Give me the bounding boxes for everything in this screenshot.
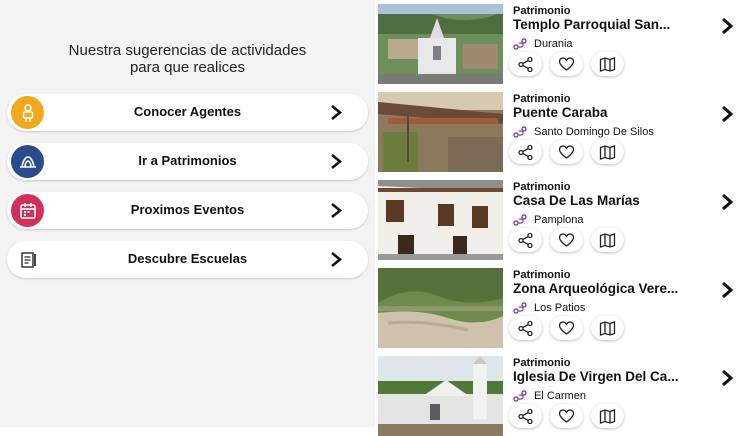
heritage-location-name: Los Patios xyxy=(534,302,586,314)
share-icon xyxy=(518,408,533,424)
share-button[interactable] xyxy=(509,140,542,164)
heritage-location: Pamplona xyxy=(513,214,584,226)
share-button[interactable] xyxy=(509,404,542,428)
chevron-right-icon xyxy=(331,202,342,219)
heritage-title[interactable]: Casa De Las Marías xyxy=(513,193,718,208)
heritage-location: El Carmen xyxy=(513,390,586,402)
share-button[interactable] xyxy=(509,228,542,252)
heritage-list: Patrimonio Templo Parroquial San... Dura… xyxy=(376,0,747,436)
map-icon xyxy=(599,144,616,160)
heritage-card[interactable]: Patrimonio Iglesia De Virgen Del Ca... E… xyxy=(376,352,747,436)
heart-icon xyxy=(558,144,575,159)
heart-icon xyxy=(558,320,575,335)
heritage-actions xyxy=(509,140,624,164)
heart-icon xyxy=(558,232,575,247)
heritage-category: Patrimonio xyxy=(513,269,571,281)
chevron-right-icon xyxy=(331,153,342,170)
map-icon xyxy=(599,56,616,72)
school-icon xyxy=(11,243,44,276)
action-label: Ir a Patrimonios xyxy=(138,153,237,168)
action-proximos-eventos[interactable]: Proximos Eventos xyxy=(7,192,368,229)
heritage-location-name: Durania xyxy=(534,38,573,50)
route-icon xyxy=(513,390,527,402)
favorite-button[interactable] xyxy=(550,228,583,252)
heritage-photo xyxy=(378,4,503,84)
chevron-right-icon[interactable] xyxy=(720,280,734,300)
suggestions-panel: Nuestra sugerencias de actividades para … xyxy=(0,0,375,427)
chevron-right-icon[interactable] xyxy=(720,192,734,212)
heritage-photo xyxy=(378,356,503,436)
share-icon xyxy=(518,56,533,72)
chevron-right-icon xyxy=(331,251,342,268)
heritage-card[interactable]: Patrimonio Casa De Las Marías Pamplona xyxy=(376,176,747,260)
map-button[interactable] xyxy=(591,404,624,428)
suggestions-heading: Nuestra sugerencias de actividades para … xyxy=(20,42,355,76)
action-descubre-escuelas[interactable]: Descubre Escuelas xyxy=(7,241,368,278)
action-conocer-agentes[interactable]: Conocer Agentes xyxy=(7,94,368,131)
favorite-button[interactable] xyxy=(550,52,583,76)
heritage-actions xyxy=(509,228,624,252)
heritage-category: Patrimonio xyxy=(513,357,571,369)
action-label: Descubre Escuelas xyxy=(127,251,248,266)
heritage-actions xyxy=(509,404,624,428)
route-icon xyxy=(513,38,527,50)
heritage-title[interactable]: Templo Parroquial San... xyxy=(513,17,718,32)
chevron-right-icon[interactable] xyxy=(720,368,734,388)
route-icon xyxy=(513,302,527,314)
heritage-location: Los Patios xyxy=(513,302,585,314)
heart-icon xyxy=(558,56,575,71)
chevron-right-icon[interactable] xyxy=(720,104,734,124)
chevron-right-icon[interactable] xyxy=(720,16,734,36)
heritage-card[interactable]: Patrimonio Templo Parroquial San... Dura… xyxy=(376,0,747,84)
agent-icon xyxy=(11,96,44,129)
heritage-location: Santo Domingo De Silos xyxy=(513,126,654,138)
heritage-category: Patrimonio xyxy=(513,181,571,193)
suggestions-heading-line2: para que realices xyxy=(129,59,246,76)
favorite-button[interactable] xyxy=(550,316,583,340)
chevron-right-icon xyxy=(331,104,342,121)
route-icon xyxy=(513,214,527,226)
route-icon xyxy=(513,126,527,138)
heritage-card[interactable]: Patrimonio Puente Caraba Santo Domingo D… xyxy=(376,88,747,172)
heritage-photo xyxy=(378,180,503,260)
share-icon xyxy=(518,320,533,336)
favorite-button[interactable] xyxy=(550,404,583,428)
heritage-actions xyxy=(509,52,624,76)
map-button[interactable] xyxy=(591,228,624,252)
heritage-location-name: Santo Domingo De Silos xyxy=(534,126,654,138)
favorite-button[interactable] xyxy=(550,140,583,164)
action-ir-a-patrimonios[interactable]: Ir a Patrimonios xyxy=(7,143,368,180)
heritage-title[interactable]: Iglesia De Virgen Del Ca... xyxy=(513,369,718,384)
heritage-category: Patrimonio xyxy=(513,93,571,105)
share-button[interactable] xyxy=(509,52,542,76)
heritage-photo xyxy=(378,92,503,172)
map-button[interactable] xyxy=(591,52,624,76)
map-button[interactable] xyxy=(591,140,624,164)
map-icon xyxy=(599,408,616,424)
action-label: Proximos Eventos xyxy=(130,202,245,217)
heritage-card[interactable]: Patrimonio Zona Arqueológica Vere... Los… xyxy=(376,264,747,348)
heritage-icon xyxy=(11,145,44,178)
heritage-location: Durania xyxy=(513,38,573,50)
heritage-location-name: El Carmen xyxy=(534,390,586,402)
map-button[interactable] xyxy=(591,316,624,340)
action-label: Conocer Agentes xyxy=(133,104,242,119)
map-icon xyxy=(599,232,616,248)
heritage-location-name: Pamplona xyxy=(534,214,584,226)
heart-icon xyxy=(558,408,575,423)
heritage-actions xyxy=(509,316,624,340)
share-button[interactable] xyxy=(509,316,542,340)
heritage-photo xyxy=(378,268,503,348)
heritage-category: Patrimonio xyxy=(513,5,571,17)
share-icon xyxy=(518,232,533,248)
share-icon xyxy=(518,144,533,160)
map-icon xyxy=(599,320,616,336)
heritage-title[interactable]: Puente Caraba xyxy=(513,105,718,120)
heritage-title[interactable]: Zona Arqueológica Vere... xyxy=(513,281,718,296)
calendar-icon xyxy=(11,194,44,227)
suggestions-heading-line1: Nuestra sugerencias de actividades xyxy=(68,42,307,59)
